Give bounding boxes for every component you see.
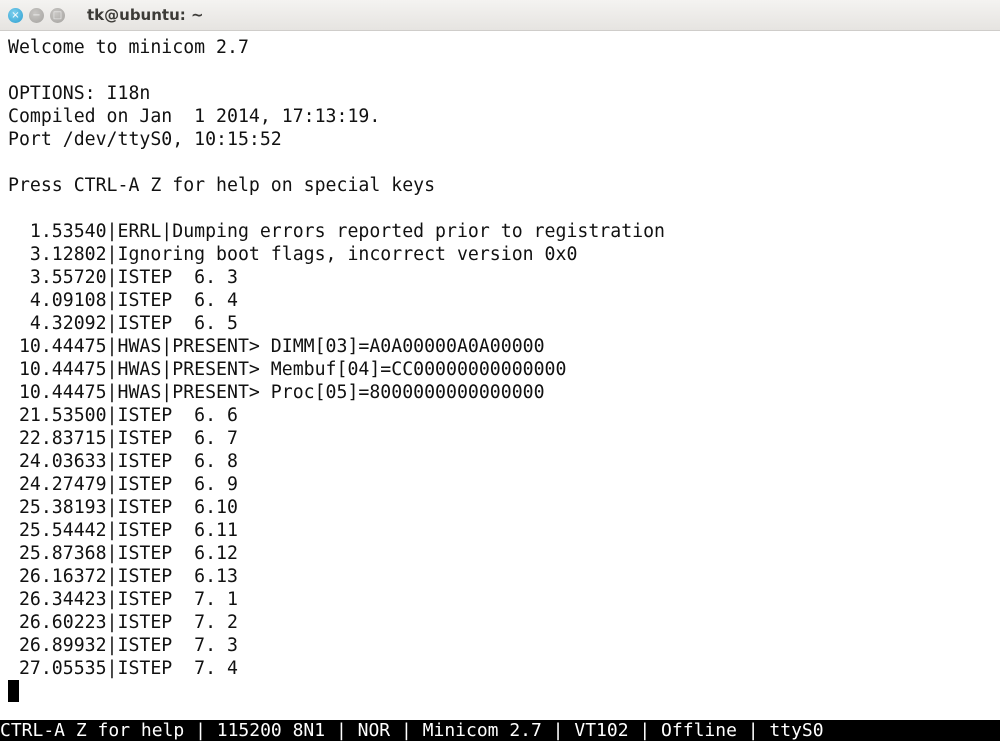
terminal-line: 26.60223|ISTEP 7. 2 xyxy=(8,612,238,633)
terminal-line: Port /dev/ttyS0, 10:15:52 xyxy=(8,129,282,150)
terminal-line: Welcome to minicom 2.7 xyxy=(8,37,249,58)
terminal-line: 3.55720|ISTEP 6. 3 xyxy=(8,267,238,288)
terminal-line: 26.16372|ISTEP 6.13 xyxy=(8,566,238,587)
terminal-line: 4.09108|ISTEP 6. 4 xyxy=(8,290,238,311)
terminal-line: 10.44475|HWAS|PRESENT> DIMM[03]=A0A00000… xyxy=(8,336,545,357)
terminal-line: Press CTRL-A Z for help on special keys xyxy=(8,175,436,196)
terminal-line: Compiled on Jan 1 2014, 17:13:19. xyxy=(8,106,381,127)
terminal-line: 26.89932|ISTEP 7. 3 xyxy=(8,635,238,656)
terminal-line: 26.34423|ISTEP 7. 1 xyxy=(8,589,238,610)
terminal-output[interactable]: Welcome to minicom 2.7 OPTIONS: I18n Compi… xyxy=(8,36,665,703)
cursor-line xyxy=(8,680,665,703)
terminal-line: 10.44475|HWAS|PRESENT> Proc[05]=80000000… xyxy=(8,382,545,403)
terminal-line: OPTIONS: I18n xyxy=(8,83,151,104)
close-icon[interactable]: × xyxy=(8,7,23,23)
status-bar: CTRL-A Z for help | 115200 8N1 | NOR | M… xyxy=(0,720,1000,741)
text-cursor xyxy=(8,680,19,702)
window-title: tk@ubuntu: ~ xyxy=(87,6,204,24)
terminal-line: 1.53540|ERRL|Dumping errors reported pri… xyxy=(8,221,665,242)
minimize-icon[interactable]: − xyxy=(29,7,44,23)
terminal-line: 3.12802|Ignoring boot flags, incorrect v… xyxy=(8,244,578,265)
terminal-line: 25.54442|ISTEP 6.11 xyxy=(8,520,238,541)
terminal-line: 25.87368|ISTEP 6.12 xyxy=(8,543,238,564)
terminal-line: 4.32092|ISTEP 6. 5 xyxy=(8,313,238,334)
terminal-line: 21.53500|ISTEP 6. 6 xyxy=(8,405,238,426)
maximize-icon[interactable]: □ xyxy=(50,7,65,23)
terminal-line: 10.44475|HWAS|PRESENT> Membuf[04]=CC0000… xyxy=(8,359,567,380)
terminal-line: 24.03633|ISTEP 6. 8 xyxy=(8,451,238,472)
terminal-line: 27.05535|ISTEP 7. 4 xyxy=(8,658,238,679)
terminal-line: 25.38193|ISTEP 6.10 xyxy=(8,497,238,518)
terminal-line: 22.83715|ISTEP 6. 7 xyxy=(8,428,238,449)
terminal-line: 24.27479|ISTEP 6. 9 xyxy=(8,474,238,495)
title-bar: × − □ tk@ubuntu: ~ xyxy=(0,0,1000,31)
